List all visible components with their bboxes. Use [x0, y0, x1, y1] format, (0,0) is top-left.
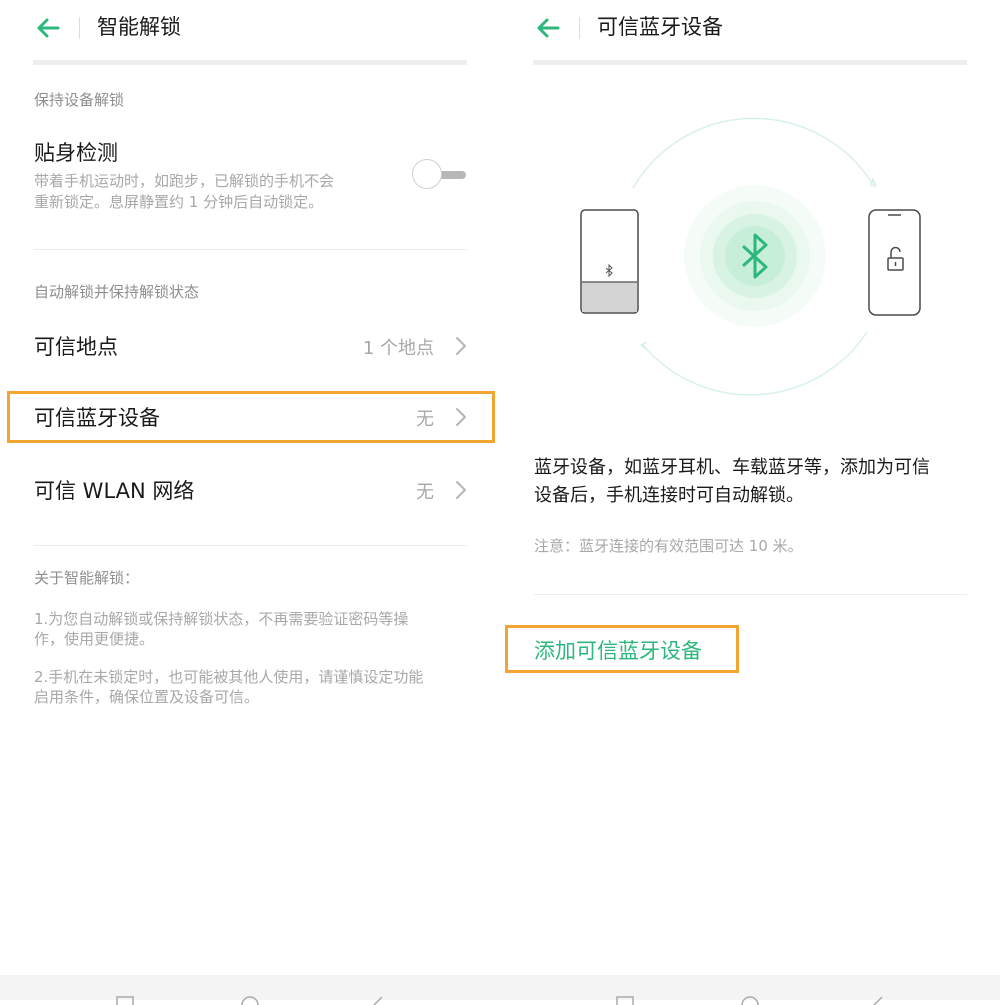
back-arrow-icon: [37, 18, 60, 38]
page-title: 智能解锁: [97, 15, 181, 39]
page-title: 可信蓝牙设备: [597, 15, 723, 39]
smart-unlock-screen: 智能解锁 保持设备解锁 贴身检测 带着手机运动时，如跑步，已解锁的手机不会 重新…: [0, 0, 500, 975]
back-nav-icon[interactable]: [868, 995, 888, 1005]
about-note-2: 2.手机在未锁定时，也可能被其他人使用，请谨慎设定功能 启用条件，确保位置及设备…: [34, 667, 468, 707]
header-separator: [579, 17, 580, 39]
row-value: 无: [416, 409, 434, 430]
row-label: 可信 WLAN 网络: [34, 479, 195, 503]
add-trusted-bluetooth-button[interactable]: 添加可信蓝牙设备: [505, 625, 739, 673]
header: 智能解锁: [0, 0, 500, 56]
header-separator: [79, 17, 80, 39]
recent-apps-icon[interactable]: [115, 995, 135, 1005]
range-note: 注意：蓝牙连接的有效范围可达 10 米。: [534, 537, 803, 555]
back-arrow-icon: [537, 18, 560, 38]
divider: [34, 249, 467, 250]
row-value: 1 个地点: [362, 338, 434, 359]
section-label-auto-unlock: 自动解锁并保持解锁状态: [34, 283, 200, 301]
trusted-wlan-row[interactable]: 可信 WLAN 网络 无: [10, 467, 492, 513]
speaker-icon: [580, 209, 639, 314]
on-body-detection-subtitle: 带着手机运动时，如跑步，已解锁的手机不会 重新锁定。息屏静置约 1 分钟后自动锁…: [34, 171, 394, 213]
row-label: 可信地点: [34, 335, 118, 359]
phone-icon: [868, 209, 921, 316]
chevron-right-icon: [456, 481, 466, 499]
home-icon[interactable]: [240, 995, 260, 1005]
back-button[interactable]: [530, 12, 566, 44]
about-line: 启用条件，确保位置及设备可信。: [34, 688, 260, 706]
back-nav-icon[interactable]: [368, 995, 388, 1005]
system-nav-bar: [0, 975, 1000, 1005]
section-label-keep-unlocked: 保持设备解锁: [34, 91, 125, 109]
toggle-knob: [412, 159, 442, 189]
row-label: 可信蓝牙设备: [34, 406, 160, 430]
divider: [34, 545, 467, 546]
on-body-detection-toggle[interactable]: [412, 159, 468, 191]
header: 可信蓝牙设备: [500, 0, 1000, 56]
home-icon[interactable]: [740, 995, 760, 1005]
header-rule: [533, 60, 967, 65]
about-note-1: 1.为您自动解锁或保持解锁状态，不再需要验证密码等操 作，使用更便捷。: [34, 609, 468, 649]
header-rule: [33, 60, 467, 65]
recent-apps-icon[interactable]: [615, 995, 635, 1005]
description: 蓝牙设备，如蓝牙耳机、车载蓝牙等，添加为可信 设备后，手机连接时可自动解锁。: [534, 454, 968, 510]
trusted-places-row[interactable]: 可信地点 1 个地点: [10, 323, 492, 369]
about-line: 1.为您自动解锁或保持解锁状态，不再需要验证密码等操: [34, 610, 409, 628]
subtitle-line: 重新锁定。息屏静置约 1 分钟后自动锁定。: [34, 193, 324, 211]
chevron-right-icon: [456, 337, 466, 355]
about-line: 作，使用更便捷。: [34, 630, 155, 648]
description-line: 蓝牙设备，如蓝牙耳机、车载蓝牙等，添加为可信: [534, 457, 930, 478]
subtitle-line: 带着手机运动时，如跑步，已解锁的手机不会: [34, 172, 335, 190]
section-label-about: 关于智能解锁：: [34, 569, 140, 587]
chevron-right-icon: [456, 408, 466, 426]
add-button-label: 添加可信蓝牙设备: [534, 639, 702, 663]
back-button[interactable]: [30, 12, 66, 44]
description-line: 设备后，手机连接时可自动解锁。: [534, 485, 804, 506]
on-body-detection-title: 贴身检测: [34, 141, 118, 165]
divider: [534, 594, 967, 595]
trusted-bluetooth-screen: 可信蓝牙设备 蓝牙设备，如蓝牙耳机、车载蓝牙等，添加为可信 设备后，手机连接时可…: [500, 0, 1000, 975]
row-value: 无: [416, 482, 434, 503]
about-line: 2.手机在未锁定时，也可能被其他人使用，请谨慎设定功能: [34, 668, 424, 686]
trusted-bluetooth-row[interactable]: 可信蓝牙设备 无: [7, 391, 495, 443]
bluetooth-unlock-illustration: [580, 117, 921, 396]
